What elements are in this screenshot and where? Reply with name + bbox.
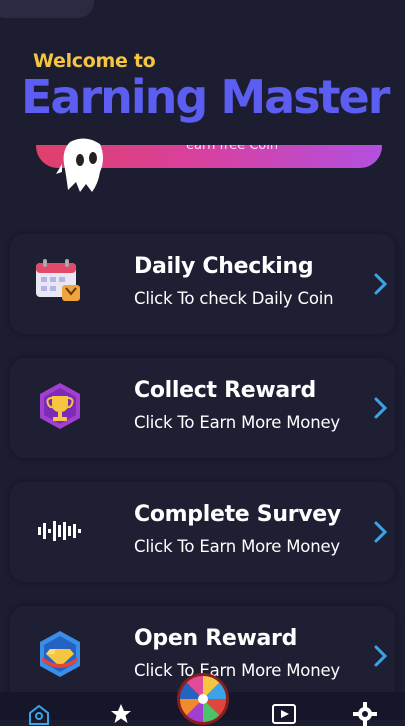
trophy-icon: [40, 383, 80, 429]
video-play-icon[interactable]: [272, 702, 296, 726]
card-title: Daily Checking: [134, 254, 314, 279]
chevron-right-icon: [374, 521, 388, 543]
welcome-text: Welcome to: [33, 50, 156, 72]
daily-checking-card[interactable]: Daily Checking Click To check Daily Coin: [10, 234, 395, 334]
calendar-icon: [36, 259, 80, 301]
chevron-right-icon: [374, 645, 388, 667]
card-subtitle: Click To check Daily Coin: [134, 289, 334, 308]
gear-icon[interactable]: [353, 702, 377, 726]
home-icon[interactable]: [27, 702, 51, 726]
top-pill: [0, 0, 94, 18]
app-title: Earning Master: [21, 70, 390, 124]
banner-text: earn free Coin: [186, 145, 279, 153]
card-title: Open Reward: [134, 626, 298, 651]
chevron-right-icon: [374, 273, 388, 295]
card-title: Complete Survey: [134, 502, 341, 527]
chevron-right-icon: [374, 397, 388, 419]
card-subtitle: Click To Earn More Money: [134, 537, 340, 556]
spin-wheel-icon[interactable]: [176, 672, 230, 726]
star-icon[interactable]: [109, 702, 133, 726]
diamond-icon: [40, 631, 80, 677]
complete-survey-card[interactable]: Complete Survey Click To Earn More Money: [10, 482, 395, 582]
card-subtitle: Click To Earn More Money: [134, 413, 340, 432]
card-subtitle: Click To Earn More Money: [134, 661, 340, 680]
ghost-mascot-icon: [56, 138, 103, 192]
card-title: Collect Reward: [134, 378, 316, 403]
audio-wave-icon: [38, 521, 81, 541]
collect-reward-card[interactable]: Collect Reward Click To Earn More Money: [10, 358, 395, 458]
